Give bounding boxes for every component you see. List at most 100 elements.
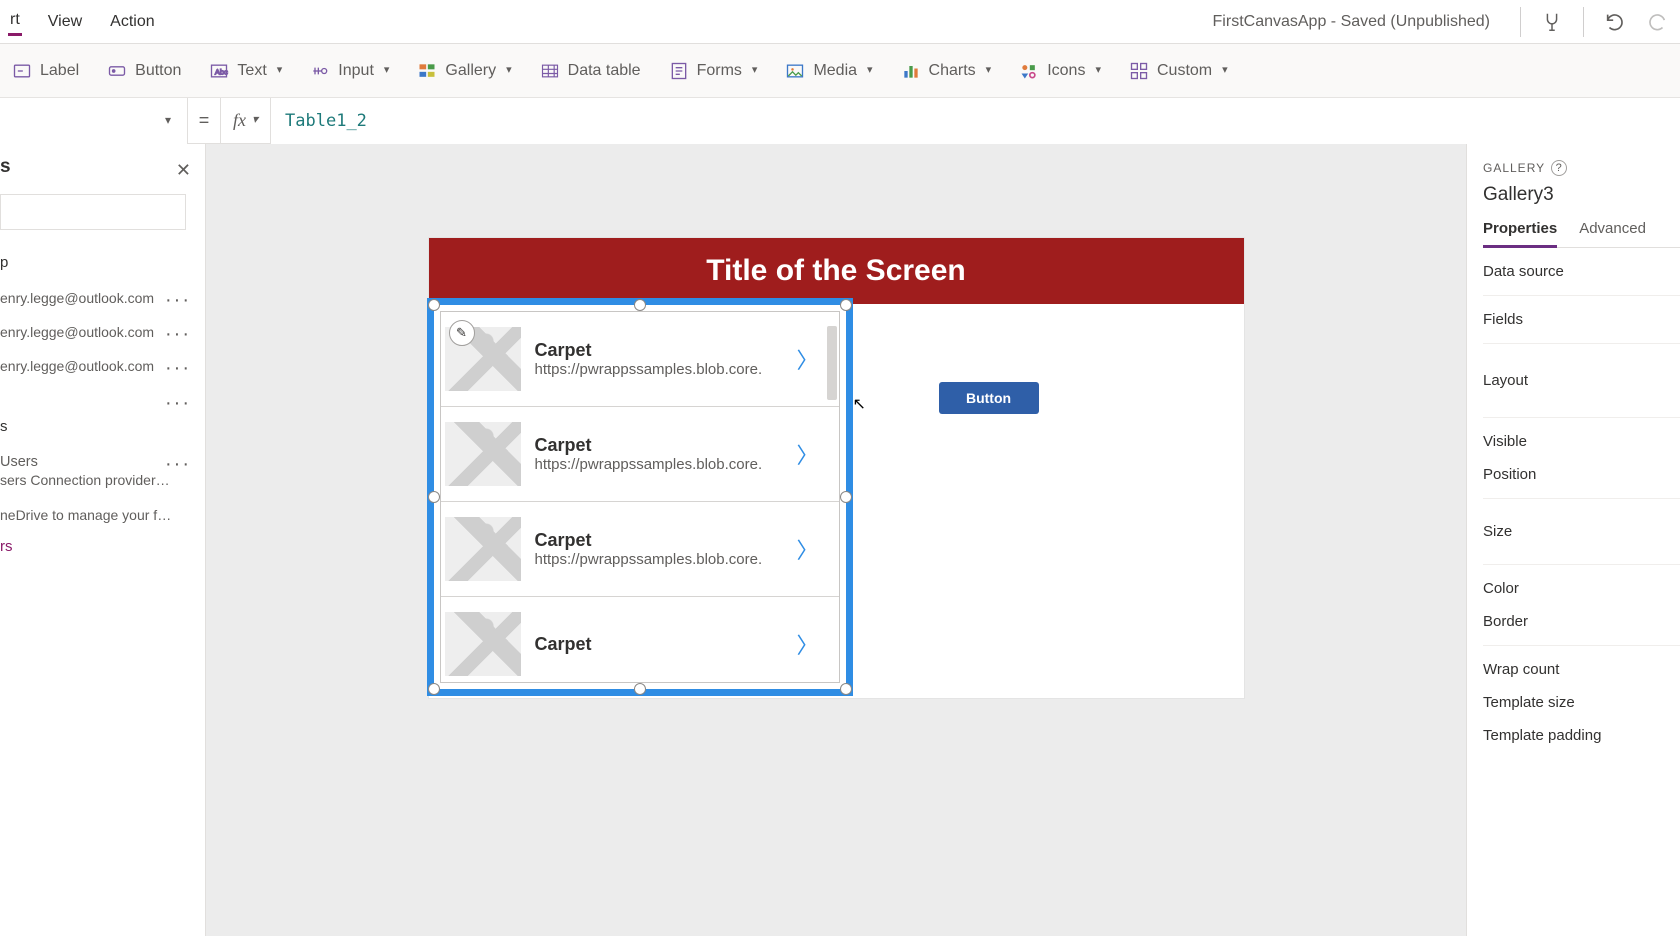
prop-color[interactable]: Color <box>1483 565 1680 605</box>
app-canvas[interactable]: Title of the Screen ✎ <box>429 238 1244 698</box>
insert-icons-button[interactable]: Icons ▾ <box>1019 61 1101 81</box>
divider <box>1520 7 1521 37</box>
more-icon[interactable]: ··· <box>165 451 191 477</box>
chevron-down-icon: ▾ <box>986 63 992 76</box>
chevron-down-icon: ▾ <box>1222 63 1228 76</box>
canvas-button[interactable]: Button <box>939 382 1039 414</box>
prop-size[interactable]: Size <box>1483 499 1680 565</box>
insert-text-button[interactable]: Abc Text ▾ <box>209 61 282 81</box>
label-text: Charts <box>929 62 976 80</box>
connector-item[interactable]: ··· Users sers Connection provider lets … <box>0 445 197 498</box>
tab-advanced[interactable]: Advanced <box>1579 220 1646 247</box>
row-title: Carpet <box>535 435 783 456</box>
label-text: Gallery <box>445 62 496 80</box>
prop-fields[interactable]: Fields <box>1483 296 1680 344</box>
chevron-down-icon: ▾ <box>252 112 258 127</box>
insert-button-button[interactable]: Button <box>107 61 181 81</box>
app-status: FirstCanvasApp - Saved (Unpublished) <box>1213 13 1490 31</box>
row-title: Carpet <box>535 530 783 551</box>
chevron-down-icon: ▾ <box>752 63 758 76</box>
menu-action[interactable]: Action <box>108 9 156 35</box>
close-icon[interactable]: ✕ <box>176 160 191 181</box>
gallery-row[interactable]: Carpet https://pwrappssamples.blob.core.… <box>441 502 839 597</box>
connector-desc: sers Connection provider lets you ... <box>0 471 173 489</box>
resize-handle[interactable] <box>428 299 440 311</box>
gallery-row[interactable]: Carpet 〉 <box>441 597 839 683</box>
control-name[interactable]: Gallery3 <box>1483 184 1680 206</box>
screen-title-bar[interactable]: Title of the Screen <box>429 238 1244 304</box>
resize-handle[interactable] <box>840 683 852 695</box>
insert-forms-button[interactable]: Forms ▾ <box>669 61 758 81</box>
gallery-selection[interactable]: ✎ Carpet https://pwrappssamples.blob.cor… <box>427 298 853 696</box>
row-subtitle: https://pwrappssamples.blob.core. <box>535 551 765 568</box>
connection-item[interactable]: ··· enry.legge@outlook.com <box>0 315 197 349</box>
formula-input[interactable] <box>271 98 1680 144</box>
chevron-down-icon: ▾ <box>1095 63 1101 76</box>
connector-item[interactable]: neDrive to manage your files. Yo... <box>0 498 197 532</box>
panel-type-label: GALLERY ? <box>1483 160 1680 176</box>
gallery-row[interactable]: Carpet https://pwrappssamples.blob.core.… <box>441 312 839 407</box>
panel-title: s <box>0 156 197 178</box>
insert-datatable-button[interactable]: Data table <box>540 61 641 81</box>
prop-position[interactable]: Position <box>1483 458 1680 499</box>
prop-template-padding[interactable]: Template padding <box>1483 719 1680 759</box>
prop-data-source[interactable]: Data source <box>1483 248 1680 296</box>
row-subtitle: https://pwrappssamples.blob.core. <box>535 456 765 473</box>
prop-wrap-count[interactable]: Wrap count <box>1483 646 1680 686</box>
property-selector[interactable]: ▾ <box>0 98 188 144</box>
insert-charts-button[interactable]: Charts ▾ <box>901 61 992 81</box>
prop-border[interactable]: Border <box>1483 605 1680 646</box>
more-icon[interactable]: ··· <box>165 390 191 416</box>
pencil-icon[interactable]: ✎ <box>449 320 475 346</box>
prop-visible[interactable]: Visible <box>1483 418 1680 458</box>
more-icon[interactable]: ··· <box>165 321 191 347</box>
image-placeholder-icon <box>445 612 521 676</box>
divider <box>1583 7 1584 37</box>
insert-media-button[interactable]: Media ▾ <box>785 61 872 81</box>
resize-handle[interactable] <box>428 491 440 503</box>
menu-view[interactable]: View <box>46 9 84 35</box>
resize-handle[interactable] <box>634 683 646 695</box>
insert-toolbar: Label Button Abc Text ▾ Input ▾ Gallery … <box>0 44 1680 98</box>
label-text: Icons <box>1047 62 1085 80</box>
label-text: Custom <box>1157 62 1212 80</box>
resize-handle[interactable] <box>634 299 646 311</box>
help-icon[interactable]: ? <box>1551 160 1567 176</box>
connection-item[interactable]: ··· enry.legge@outlook.com <box>0 281 197 315</box>
prop-template-size[interactable]: Template size <box>1483 686 1680 719</box>
add-connector-link[interactable]: rs <box>0 538 197 555</box>
gallery-control[interactable]: ✎ Carpet https://pwrappssamples.blob.cor… <box>440 311 840 683</box>
row-subtitle: https://pwrappssamples.blob.core. <box>535 361 765 378</box>
insert-label-button[interactable]: Label <box>12 61 79 81</box>
chevron-right-icon[interactable]: 〉 <box>796 343 818 375</box>
tab-properties[interactable]: Properties <box>1483 220 1557 248</box>
chevron-right-icon[interactable]: 〉 <box>796 533 818 565</box>
search-input[interactable] <box>0 194 186 230</box>
insert-gallery-button[interactable]: Gallery ▾ <box>417 61 511 81</box>
more-icon[interactable]: ··· <box>165 355 191 381</box>
insert-input-button[interactable]: Input ▾ <box>310 61 389 81</box>
redo-icon[interactable] <box>1646 11 1668 33</box>
connection-item[interactable]: ··· <box>0 384 197 400</box>
connection-email: enry.legge@outlook.com <box>0 289 173 307</box>
connection-item[interactable]: ··· enry.legge@outlook.com <box>0 349 197 383</box>
connection-email: enry.legge@outlook.com <box>0 323 173 341</box>
chevron-right-icon[interactable]: 〉 <box>796 438 818 470</box>
resize-handle[interactable] <box>840 491 852 503</box>
undo-icon[interactable] <box>1604 11 1626 33</box>
prop-layout[interactable]: Layout <box>1483 344 1680 418</box>
image-placeholder-icon <box>445 422 521 486</box>
resize-handle[interactable] <box>428 683 440 695</box>
gallery-row[interactable]: Carpet https://pwrappssamples.blob.core.… <box>441 407 839 502</box>
app-checker-icon[interactable] <box>1541 11 1563 33</box>
chevron-right-icon[interactable]: 〉 <box>796 628 818 660</box>
resize-handle[interactable] <box>840 299 852 311</box>
insert-custom-button[interactable]: Custom ▾ <box>1129 61 1228 81</box>
label-text: Input <box>338 62 374 80</box>
menu-insert[interactable]: rt <box>8 7 22 36</box>
row-title: Carpet <box>535 634 783 655</box>
more-icon[interactable]: ··· <box>165 287 191 313</box>
canvas-area[interactable]: Title of the Screen ✎ <box>206 144 1466 936</box>
chevron-down-icon: ▾ <box>384 63 390 76</box>
fx-button[interactable]: fx ▾ <box>220 98 271 144</box>
